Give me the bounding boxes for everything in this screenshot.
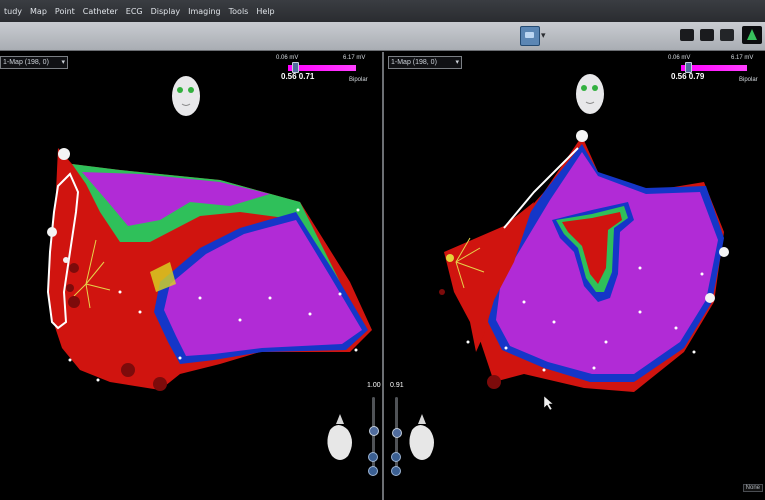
left-anatomy-map[interactable] bbox=[0, 52, 382, 500]
tool-icon[interactable] bbox=[720, 29, 734, 41]
toolbar: ▾ bbox=[0, 22, 765, 51]
zoom-slider-handle[interactable] bbox=[369, 426, 379, 436]
rotate-icon[interactable] bbox=[368, 452, 378, 462]
view-mode-label[interactable]: None bbox=[742, 484, 763, 492]
chevron-down-icon[interactable]: ▾ bbox=[541, 30, 546, 41]
map-view-icon[interactable] bbox=[520, 26, 540, 46]
reset-icon[interactable] bbox=[391, 466, 401, 476]
settings-icon[interactable] bbox=[700, 29, 714, 41]
menu-catheter[interactable]: Catheter bbox=[83, 7, 118, 16]
menu-display[interactable]: Display bbox=[151, 7, 181, 16]
right-anatomy-map[interactable] bbox=[384, 52, 765, 500]
rotate-icon[interactable] bbox=[391, 452, 401, 462]
patient-head-icon bbox=[576, 74, 604, 114]
menu-imaging[interactable]: Imaging bbox=[188, 7, 221, 16]
patient-head-icon bbox=[172, 76, 200, 116]
zoom-level: 1.00 bbox=[367, 382, 381, 389]
zoom-level: 0.91 bbox=[390, 382, 404, 389]
menu-help[interactable]: Help bbox=[256, 7, 274, 16]
menu-map[interactable]: Map bbox=[30, 7, 47, 16]
right-map-pane[interactable]: 1-Map (198, 0) ▾ 0.06 mV 6.17 mV 0.56 0.… bbox=[384, 52, 765, 500]
menu-tools[interactable]: Tools bbox=[229, 7, 249, 16]
menu-bar: tudy Map Point Catheter ECG Display Imag… bbox=[0, 0, 765, 22]
monitor-icon[interactable] bbox=[680, 29, 694, 41]
left-map-pane[interactable]: 1-Map (198, 0) ▾ 0.06 mV 6.17 mV 0.56 0.… bbox=[0, 52, 382, 500]
menu-ecg[interactable]: ECG bbox=[126, 7, 143, 16]
mouse-cursor-icon bbox=[543, 395, 554, 411]
menu-point[interactable]: Point bbox=[55, 7, 75, 16]
status-icon[interactable] bbox=[742, 26, 762, 44]
zoom-slider-handle[interactable] bbox=[392, 428, 402, 438]
menu-study[interactable]: tudy bbox=[4, 7, 22, 16]
reset-icon[interactable] bbox=[368, 466, 378, 476]
